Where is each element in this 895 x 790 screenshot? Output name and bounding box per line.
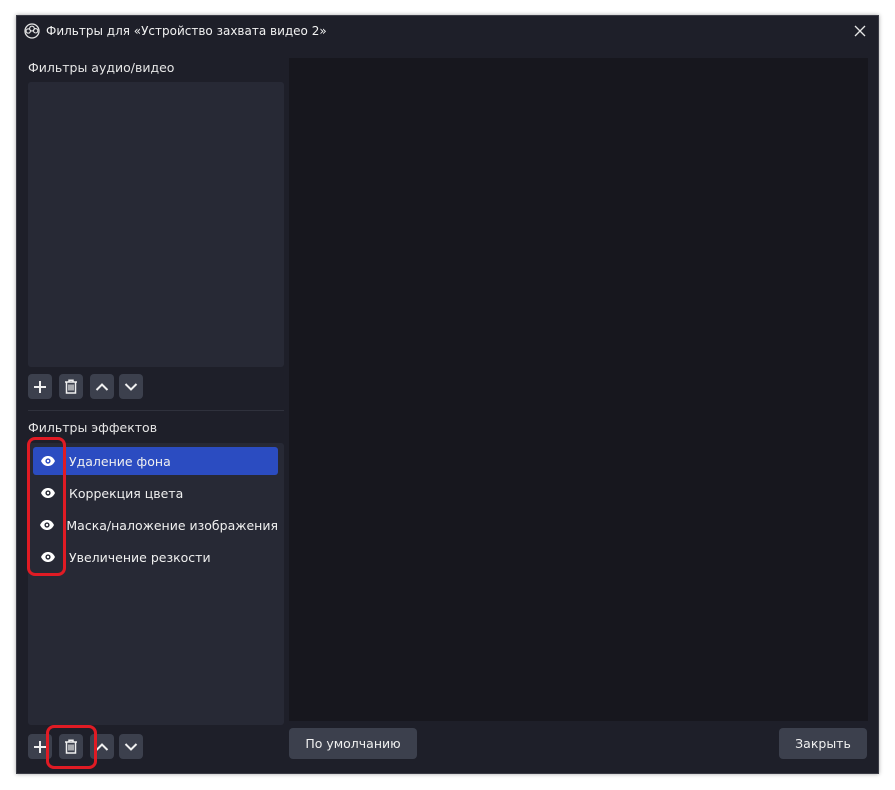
- defaults-button[interactable]: По умолчанию: [289, 728, 417, 759]
- filter-item-background-removal[interactable]: Удаление фона: [33, 447, 278, 475]
- chevron-down-icon: [124, 382, 138, 391]
- filter-item-label: Маска/наложение изображения: [66, 517, 278, 533]
- move-audio-video-filter-down-button[interactable]: [119, 374, 143, 399]
- effect-filters-title: Фильтры эффектов: [28, 420, 158, 435]
- section-divider: [28, 410, 284, 411]
- close-button[interactable]: Закрыть: [779, 728, 867, 759]
- chevron-up-icon: [95, 742, 109, 751]
- filter-item-label: Удаление фона: [69, 453, 171, 469]
- move-effect-filter-down-button[interactable]: [119, 734, 143, 759]
- filters-dialog: Фильтры для «Устройство захвата видео 2»…: [16, 15, 879, 774]
- filter-item-label: Увеличение резкости: [69, 549, 211, 565]
- close-icon: [854, 25, 866, 37]
- chevron-down-icon: [124, 742, 138, 751]
- filter-item-color-correction[interactable]: Коррекция цвета: [33, 479, 278, 507]
- filter-item-image-mask[interactable]: Маска/наложение изображения: [33, 511, 278, 539]
- add-audio-video-filter-button[interactable]: [28, 374, 52, 399]
- filter-preview-area: [289, 58, 868, 721]
- plus-icon: [34, 740, 46, 753]
- plus-icon: [34, 380, 46, 393]
- audio-video-filters-list[interactable]: [28, 82, 284, 367]
- move-audio-video-filter-up-button[interactable]: [90, 374, 114, 399]
- filter-item-sharpen[interactable]: Увеличение резкости: [33, 543, 278, 571]
- obs-icon: [24, 23, 40, 39]
- audio-video-filters-title: Фильтры аудио/видео: [28, 60, 175, 75]
- window-close-button[interactable]: [842, 16, 878, 46]
- eye-icons-highlight: [27, 437, 66, 576]
- chevron-up-icon: [95, 382, 109, 391]
- trash-icon: [65, 379, 77, 394]
- title-bar: Фильтры для «Устройство захвата видео 2»: [17, 16, 878, 48]
- trash-button-highlight: [46, 725, 97, 769]
- window-title: Фильтры для «Устройство захвата видео 2»: [46, 24, 327, 38]
- remove-audio-video-filter-button[interactable]: [59, 374, 83, 399]
- filter-item-label: Коррекция цвета: [69, 485, 184, 501]
- effect-filters-list: Удаление фона Коррекция цвета Маска/нало…: [28, 443, 284, 725]
